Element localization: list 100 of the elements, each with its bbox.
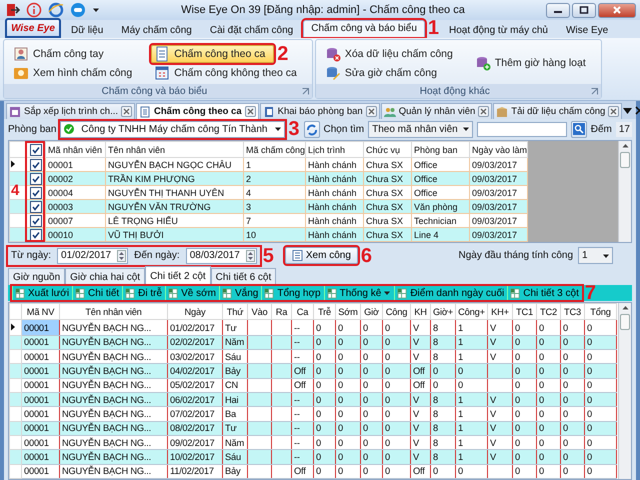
- ribbon-button[interactable]: Xem hình chấm công: [10, 63, 142, 82]
- toolbar-button[interactable]: Về sớm: [165, 286, 219, 300]
- column-header[interactable]: Trễ: [314, 304, 336, 320]
- checkbox[interactable]: [30, 186, 42, 198]
- department-dropdown[interactable]: Công ty TNHH Máy chấm công Tín Thành: [60, 120, 286, 138]
- search-by-dropdown[interactable]: Theo mã nhân viên: [368, 120, 473, 138]
- column-header[interactable]: Sớm: [336, 304, 360, 320]
- table-cell: 4: [244, 186, 306, 200]
- checkbox[interactable]: [30, 172, 42, 184]
- ribbon-tab[interactable]: Chấm công và báo biểu: [303, 20, 425, 36]
- toolbar-dropdown[interactable]: Thống kê: [324, 286, 394, 300]
- column-header[interactable]: Tổng: [584, 304, 616, 320]
- dialog-launcher-icon[interactable]: [590, 88, 598, 94]
- column-header[interactable]: TC3: [560, 304, 584, 320]
- toolbar-button[interactable]: Chi tiết: [72, 286, 122, 300]
- checkbox[interactable]: [30, 158, 42, 170]
- ribbon-button[interactable]: Chấm công theo ca: [151, 44, 274, 62]
- ribbon-button[interactable]: Sửa giờ chấm công: [322, 63, 462, 82]
- column-header[interactable]: Công: [382, 304, 410, 320]
- column-header[interactable]: Giờ: [360, 304, 382, 320]
- ribbon-button[interactable]: Thêm giờ hàng loạt: [472, 44, 595, 82]
- column-header[interactable]: Ra: [272, 304, 292, 320]
- date-field[interactable]: 08/03/2017: [186, 248, 257, 264]
- quick-access-menu-icon[interactable]: [92, 6, 100, 14]
- search-button[interactable]: [570, 120, 587, 138]
- spreadsheet-icon: [510, 288, 522, 298]
- application-button[interactable]: Wise Eye: [5, 18, 61, 38]
- search-field[interactable]: [476, 122, 567, 136]
- column-header[interactable]: Lịch trình: [306, 142, 364, 158]
- ribbon-button[interactable]: Chấm công không theo ca: [151, 63, 306, 82]
- scroll-thumb[interactable]: [620, 314, 630, 330]
- column-header[interactable]: Ca: [292, 304, 314, 320]
- scroll-up-icon[interactable]: [622, 305, 628, 310]
- tab-list-icon[interactable]: [623, 106, 632, 115]
- spinner-icon[interactable]: [117, 250, 126, 262]
- table-cell: 08/02/2017: [168, 421, 222, 436]
- tab[interactable]: Chi tiết 6 cột: [210, 268, 276, 285]
- checkbox[interactable]: [30, 214, 42, 226]
- document-tab[interactable]: Khai báo phòng ban: [260, 103, 380, 119]
- column-header[interactable]: KH: [410, 304, 430, 320]
- scroll-up-icon[interactable]: [622, 143, 628, 148]
- column-header[interactable]: KH+: [488, 304, 512, 320]
- column-header[interactable]: Mã chấm công: [244, 142, 306, 158]
- table-cell: 0: [382, 378, 410, 392]
- close-icon[interactable]: [244, 106, 256, 117]
- maximize-button[interactable]: [572, 2, 596, 18]
- column-header[interactable]: Phòng ban: [412, 142, 470, 158]
- checkbox[interactable]: [30, 144, 42, 156]
- document-tab[interactable]: Chấm công theo ca: [136, 103, 259, 119]
- toolbar-button[interactable]: Tổng hợp: [261, 286, 324, 300]
- date-field[interactable]: 01/02/2017: [57, 248, 128, 264]
- column-header[interactable]: Công+: [456, 304, 488, 320]
- table-cell: Office: [412, 186, 470, 200]
- tab[interactable]: Giờ chia hai cột: [65, 268, 146, 285]
- column-header[interactable]: Tên nhân viên: [106, 142, 244, 158]
- table-cell: 0: [336, 320, 360, 336]
- tab[interactable]: Chi tiết 2 cột: [145, 266, 211, 285]
- toolbar-button[interactable]: Vắng: [218, 286, 262, 300]
- database-edit-icon: [324, 64, 341, 80]
- ribbon-button[interactable]: Xóa dữ liệu chấm công: [322, 44, 462, 63]
- dropdown-arrow-icon[interactable]: [602, 252, 610, 260]
- dropdown-arrow-icon[interactable]: [462, 125, 470, 133]
- table-cell: Văn phòng: [412, 200, 470, 214]
- column-header[interactable]: Tên nhân viên: [60, 304, 168, 320]
- refresh-button[interactable]: [304, 120, 320, 138]
- column-header[interactable]: Mã nhân viên: [46, 142, 106, 158]
- document-tab[interactable]: Quản lý nhân viên: [380, 103, 492, 119]
- document-tab[interactable]: Sắp xếp lịch trình ch...: [6, 103, 135, 119]
- column-header[interactable]: Thứ: [222, 304, 248, 320]
- column-header[interactable]: Ngày: [168, 304, 222, 320]
- toolbar-button[interactable]: Xuất lưới: [12, 286, 72, 300]
- dialog-launcher-icon[interactable]: [302, 88, 309, 94]
- tab[interactable]: Giờ nguồn: [8, 268, 66, 285]
- month-start-dropdown[interactable]: 1: [578, 247, 613, 264]
- scroll-thumb[interactable]: [620, 152, 630, 168]
- checkbox[interactable]: [30, 200, 42, 212]
- column-header[interactable]: TC1: [512, 304, 536, 320]
- dropdown-arrow-icon[interactable]: [383, 289, 392, 297]
- checkbox[interactable]: [30, 228, 42, 240]
- document-tab[interactable]: Tải dữ liệu chấm công: [493, 103, 622, 119]
- column-header[interactable]: TC2: [536, 304, 560, 320]
- minimize-button[interactable]: [546, 2, 570, 18]
- dropdown-arrow-icon[interactable]: [274, 125, 282, 133]
- table-cell: 8: [430, 320, 456, 336]
- scrollbar[interactable]: [618, 303, 631, 479]
- toolbar-button[interactable]: Chi tiết 3 cột: [507, 286, 582, 300]
- scrollbar[interactable]: [618, 141, 631, 242]
- column-header[interactable]: Mã NV: [22, 304, 60, 320]
- toolbar-button[interactable]: Điểm danh ngày cuối: [394, 286, 508, 300]
- spinner-icon[interactable]: [246, 250, 255, 262]
- column-header[interactable]: Ngày vào làm: [470, 142, 528, 158]
- toolbar-button[interactable]: Đi trễ: [122, 286, 166, 300]
- table-cell: Hành chánh: [306, 228, 364, 242]
- column-header[interactable]: Chức vụ: [364, 142, 412, 158]
- refresh-icon: [304, 122, 319, 136]
- ribbon-button[interactable]: Chấm công tay: [10, 44, 142, 63]
- view-button[interactable]: Xem công: [284, 247, 358, 264]
- column-header[interactable]: Vào: [248, 304, 272, 320]
- close-button[interactable]: [598, 2, 636, 18]
- column-header[interactable]: Giờ+: [430, 304, 456, 320]
